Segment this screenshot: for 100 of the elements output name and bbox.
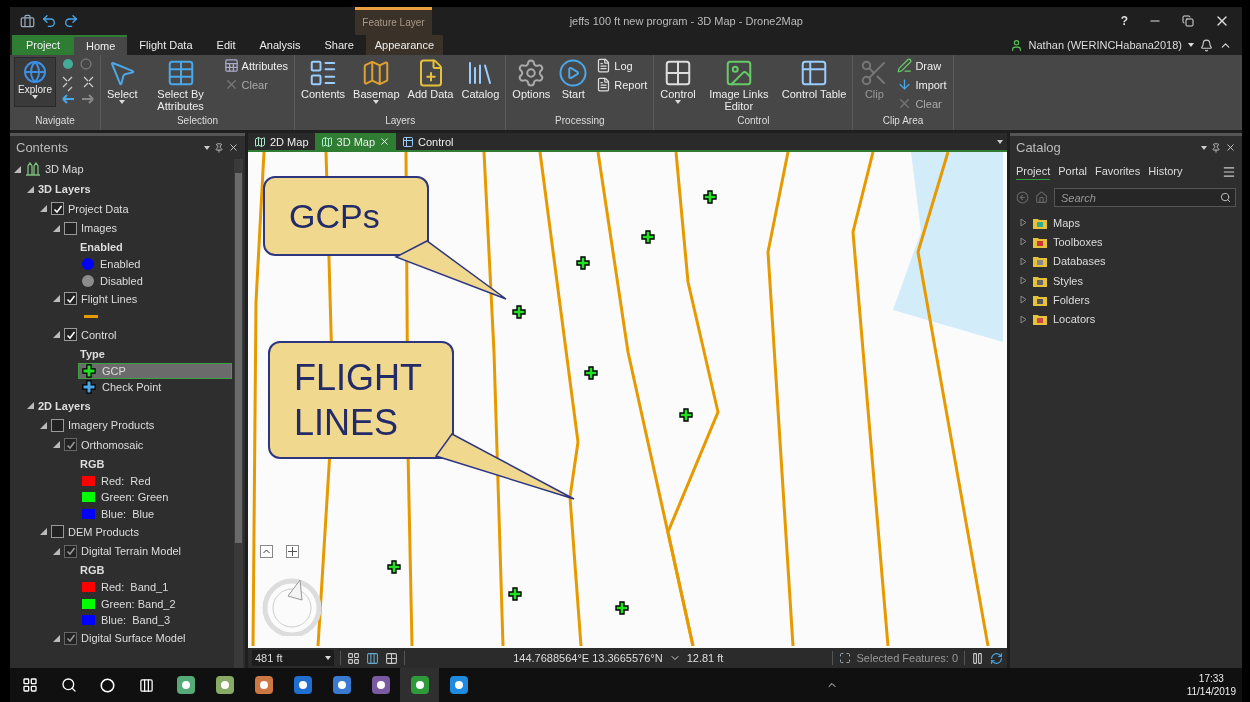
catalog-item[interactable]: Locators	[1010, 309, 1242, 329]
restore-icon[interactable]	[1182, 15, 1194, 27]
cross-marker-icon[interactable]	[576, 256, 590, 270]
map-view[interactable]: GCPs FLIGHT LINES	[248, 152, 1007, 648]
catalog-item[interactable]: Toolboxes	[1010, 232, 1242, 252]
redo-icon[interactable]	[63, 13, 79, 29]
layer-checkbox[interactable]	[51, 525, 64, 539]
expanded-arrow-icon[interactable]	[27, 402, 34, 409]
pin-icon[interactable]	[214, 142, 224, 153]
ribbon-button[interactable]: Control	[658, 57, 698, 105]
view-tab[interactable]: 3D Map	[314, 133, 397, 150]
search-field[interactable]: Search	[1059, 190, 1220, 205]
layer-checkbox[interactable]	[51, 202, 64, 216]
layer-name[interactable]: Control	[81, 328, 117, 341]
legend-item[interactable]: Check Point	[78, 379, 232, 396]
collapsed-arrow-icon[interactable]	[1020, 257, 1027, 265]
user-name[interactable]: Nathan (WERINCHabana2018)	[1028, 39, 1182, 51]
menu-icon[interactable]	[1222, 164, 1236, 179]
close-icon[interactable]	[1225, 142, 1236, 153]
clock-time[interactable]: 17:33	[1198, 672, 1224, 685]
layer-checkbox[interactable]	[64, 221, 77, 235]
grid-icon[interactable]	[385, 651, 398, 665]
legend-item[interactable]: Disabled	[78, 272, 232, 289]
ribbon-button[interactable]: Catalog	[459, 57, 502, 101]
legend-item[interactable]: GCP	[78, 362, 232, 379]
expanded-arrow-icon[interactable]	[40, 421, 47, 429]
cross-marker-icon[interactable]	[387, 560, 401, 574]
ribbon-small-button[interactable]: Import	[895, 76, 949, 93]
ribbon-button[interactable]: Image Links Editor	[701, 57, 776, 113]
catalog-item[interactable]: Styles	[1010, 270, 1242, 291]
expanded-arrow-icon[interactable]	[53, 295, 60, 303]
ribbon-tab[interactable]: Analysis	[247, 35, 313, 55]
full-extent-button[interactable]	[286, 545, 299, 558]
cross-marker-icon[interactable]	[641, 230, 655, 244]
expanded-arrow-icon[interactable]	[27, 185, 34, 193]
tree-group-label[interactable]: 3D Layers	[38, 183, 91, 195]
ribbon-button[interactable]: Start	[556, 57, 591, 101]
cross-marker-icon[interactable]	[584, 366, 598, 380]
layer-name[interactable]: DEM Products	[68, 525, 139, 538]
catalog-tab[interactable]: Project	[1016, 165, 1051, 180]
catalog-item[interactable]: Maps	[1010, 213, 1242, 233]
refresh-icon[interactable]	[990, 651, 1003, 665]
layer-name[interactable]: Flight Lines	[81, 292, 138, 305]
collapsed-arrow-icon[interactable]	[1020, 219, 1027, 227]
ribbon-button[interactable]: Select By Attributes	[143, 57, 218, 113]
explore-button[interactable]: Explore	[14, 57, 56, 107]
ribbon-button[interactable]: Add Data	[405, 57, 456, 101]
ribbon-button[interactable]: Options	[510, 57, 553, 101]
view-tab[interactable]: 2D Map	[248, 133, 315, 150]
ribbon-button[interactable]: Control Table	[779, 57, 849, 101]
ribbon-small-button[interactable]: Attributes	[221, 57, 291, 74]
layer-checkbox[interactable]	[51, 418, 64, 432]
catalog-tab[interactable]: Favorites	[1095, 165, 1141, 180]
ribbon-small-button[interactable]: Draw	[895, 57, 949, 74]
cross-marker-icon[interactable]	[703, 190, 717, 204]
expanded-arrow-icon[interactable]	[40, 205, 47, 213]
notification-bell-icon[interactable]	[1200, 38, 1213, 52]
selection-icon[interactable]	[838, 652, 851, 664]
cross-marker-icon[interactable]	[512, 305, 526, 319]
ribbon-button[interactable]: Basemap	[351, 57, 402, 105]
catalog-tab[interactable]: Portal	[1058, 165, 1087, 180]
layer-name[interactable]: Imagery Products	[68, 419, 155, 432]
ribbon-button[interactable]: Select	[105, 57, 140, 105]
ribbon-button[interactable]: Contents	[299, 57, 348, 101]
help-button[interactable]: ?	[1120, 14, 1128, 28]
collapsed-arrow-icon[interactable]	[1020, 296, 1027, 304]
expanded-arrow-icon[interactable]	[53, 331, 60, 339]
scrollbar[interactable]	[234, 159, 243, 668]
undo-icon[interactable]	[41, 13, 57, 29]
cross-marker-icon[interactable]	[679, 408, 693, 422]
expanded-arrow-icon[interactable]	[14, 165, 21, 173]
ribbon-tab[interactable]: Share	[312, 35, 366, 55]
catalog-tab[interactable]: History	[1148, 165, 1183, 180]
layer-checkbox[interactable]	[64, 328, 77, 342]
collapsed-arrow-icon[interactable]	[1020, 277, 1027, 285]
tree-item-label[interactable]: 3D Map	[45, 163, 84, 175]
catalog-item[interactable]: Databases	[1010, 251, 1242, 271]
clock-date[interactable]: 11/14/2019	[1186, 685, 1236, 698]
ribbon-small-button[interactable]: Log	[594, 57, 650, 74]
tree-group-label[interactable]: 2D Layers	[38, 399, 91, 412]
cross-marker-icon[interactable]	[615, 601, 629, 615]
scale-field[interactable]: 481 ft	[252, 650, 334, 666]
layer-name[interactable]: Project Data	[68, 202, 129, 215]
collapsed-arrow-icon[interactable]	[1020, 315, 1027, 323]
close-icon[interactable]	[228, 142, 239, 153]
grid-icon[interactable]	[347, 651, 360, 665]
ribbon-tab[interactable]: Appearance	[365, 35, 443, 55]
home-icon[interactable]	[1035, 191, 1048, 204]
cross-marker-icon[interactable]	[508, 587, 522, 601]
ribbon-tab[interactable]: Edit	[204, 35, 248, 55]
expanded-arrow-icon[interactable]	[53, 224, 60, 232]
layer-name[interactable]: Images	[81, 222, 118, 235]
ribbon-tab[interactable]: Home	[74, 35, 128, 55]
ribbon-tab[interactable]: Flight Data	[127, 35, 205, 55]
view-tab[interactable]: Control	[396, 133, 460, 150]
legend-item[interactable]: Enabled	[78, 256, 232, 273]
catalog-item[interactable]: Folders	[1010, 290, 1242, 310]
layer-checkbox[interactable]	[64, 292, 77, 306]
ribbon-small-button[interactable]: Report	[594, 76, 650, 93]
pin-icon[interactable]	[1211, 142, 1221, 153]
